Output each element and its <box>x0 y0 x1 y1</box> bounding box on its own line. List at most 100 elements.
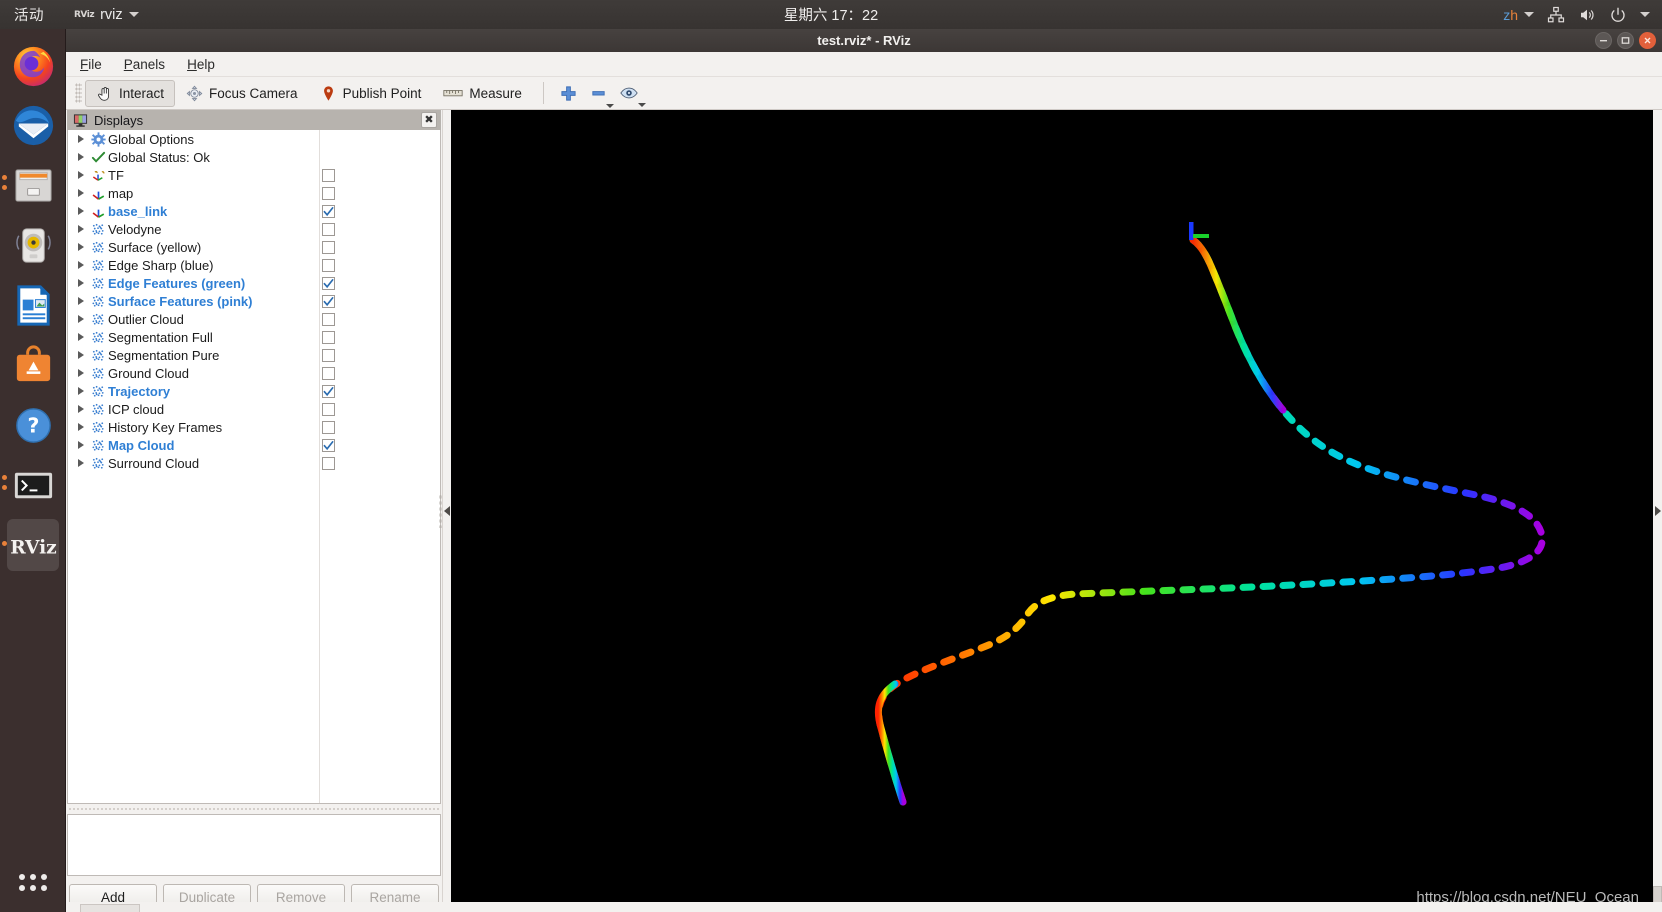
close-icon[interactable]: ✖ <box>421 112 437 128</box>
expand-arrow-icon[interactable] <box>74 189 88 197</box>
display-item-checkbox[interactable] <box>322 276 335 290</box>
display-item-checkbox[interactable] <box>322 366 335 380</box>
display-item-checkbox[interactable] <box>322 312 335 326</box>
display-item-global-status-ok[interactable]: Global Status: Ok <box>68 148 440 166</box>
menu-panels[interactable]: Panels <box>124 57 165 72</box>
display-item-outlier-cloud[interactable]: Outlier Cloud <box>68 310 440 328</box>
dock-item-rhythmbox[interactable] <box>0 215 66 275</box>
display-item-global-options[interactable]: Global Options <box>68 130 440 148</box>
close-icon[interactable] <box>1639 32 1656 49</box>
volume-icon[interactable] <box>1578 6 1596 24</box>
dock-item-terminal[interactable] <box>0 455 66 515</box>
dock-item-ubuntu-software[interactable] <box>0 335 66 395</box>
expand-arrow-icon[interactable] <box>74 459 88 467</box>
left-splitter[interactable] <box>438 110 451 912</box>
display-item-velodyne[interactable]: Velodyne <box>68 220 440 238</box>
display-item-map[interactable]: map <box>68 184 440 202</box>
chevron-down-icon[interactable] <box>1524 12 1534 17</box>
expand-arrow-icon[interactable] <box>74 333 88 341</box>
display-item-checkbox[interactable] <box>322 186 335 200</box>
view-selector-button[interactable] <box>614 80 646 107</box>
expand-arrow-icon[interactable] <box>74 441 88 449</box>
dock-item-help[interactable]: ? <box>0 395 66 455</box>
display-item-checkbox[interactable] <box>322 204 335 218</box>
show-applications-button[interactable] <box>0 860 66 904</box>
expand-arrow-icon[interactable] <box>74 225 88 233</box>
dock-item-files[interactable] <box>0 155 66 215</box>
status-tab[interactable] <box>80 904 140 912</box>
display-item-checkbox[interactable] <box>322 402 335 416</box>
network-icon[interactable] <box>1547 6 1565 24</box>
tool-interact-button[interactable]: Interact <box>85 79 176 107</box>
menu-file[interactable]: File <box>80 57 102 72</box>
display-item-surface-features-pink[interactable]: Surface Features (pink) <box>68 292 440 310</box>
display-properties-box[interactable] <box>67 814 441 876</box>
chevron-down-icon[interactable] <box>1640 12 1650 17</box>
display-item-checkbox[interactable] <box>322 420 335 434</box>
expand-arrow-icon[interactable] <box>74 243 88 251</box>
app-menu-button[interactable]: RViz rviz <box>74 7 139 23</box>
display-item-segmentation-full[interactable]: Segmentation Full <box>68 328 440 346</box>
display-item-history-key-frames[interactable]: History Key Frames <box>68 418 440 436</box>
display-item-trajectory[interactable]: Trajectory <box>68 382 440 400</box>
toolbar-grip[interactable] <box>75 83 82 103</box>
expand-arrow-icon[interactable] <box>74 351 88 359</box>
expand-arrow-icon[interactable] <box>74 369 88 377</box>
display-item-ground-cloud[interactable]: Ground Cloud <box>68 364 440 382</box>
display-item-icp-cloud[interactable]: ICP cloud <box>68 400 440 418</box>
display-item-checkbox[interactable] <box>322 294 335 308</box>
expand-arrow-icon[interactable] <box>74 279 88 287</box>
display-item-checkbox[interactable] <box>322 438 335 452</box>
tool-measure-button[interactable]: Measure <box>432 80 533 107</box>
expand-arrow-icon[interactable] <box>74 297 88 305</box>
minimize-icon[interactable] <box>1595 32 1612 49</box>
collapse-left-arrow-icon[interactable] <box>444 506 450 516</box>
expand-arrow-icon[interactable] <box>74 153 88 161</box>
expand-arrow-icon[interactable] <box>74 207 88 215</box>
display-item-segmentation-pure[interactable]: Segmentation Pure <box>68 346 440 364</box>
display-item-checkbox[interactable] <box>322 222 335 236</box>
chevron-down-icon[interactable] <box>605 103 614 108</box>
dock-item-rviz[interactable]: RViz <box>0 515 66 575</box>
display-item-edge-features-green[interactable]: Edge Features (green) <box>68 274 440 292</box>
expand-arrow-icon[interactable] <box>74 423 88 431</box>
display-item-base-link[interactable]: base_link <box>68 202 440 220</box>
display-item-tf[interactable]: TF <box>68 166 440 184</box>
expand-arrow-icon[interactable] <box>74 387 88 395</box>
display-item-checkbox[interactable] <box>322 348 335 362</box>
display-item-checkbox[interactable] <box>322 240 335 254</box>
right-splitter[interactable] <box>1653 110 1662 912</box>
display-item-checkbox[interactable] <box>322 456 335 470</box>
add-tool-button[interactable] <box>554 80 584 107</box>
display-item-surround-cloud[interactable]: Surround Cloud <box>68 454 440 472</box>
tool-publish-point-button[interactable]: Publish Point <box>309 80 433 107</box>
expand-arrow-icon[interactable] <box>74 135 88 143</box>
expand-arrow-icon[interactable] <box>74 315 88 323</box>
power-icon[interactable] <box>1609 6 1627 24</box>
tool-focus-camera-button[interactable]: Focus Camera <box>175 80 309 107</box>
maximize-icon[interactable] <box>1617 32 1634 49</box>
dock-item-firefox[interactable] <box>0 35 66 95</box>
language-indicator[interactable]: zh <box>1503 7 1518 23</box>
collapse-right-arrow-icon[interactable] <box>1654 506 1661 516</box>
display-item-edge-sharp-blue[interactable]: Edge Sharp (blue) <box>68 256 440 274</box>
render-view-3d[interactable]: https://blog.csdn.net/NEU_Ocean <box>451 110 1653 912</box>
dock-item-libreoffice-writer[interactable] <box>0 275 66 335</box>
expand-arrow-icon[interactable] <box>74 171 88 179</box>
activities-button[interactable]: 活动 <box>14 4 44 25</box>
display-item-checkbox[interactable] <box>322 330 335 344</box>
remove-tool-button[interactable] <box>584 80 614 108</box>
display-item-map-cloud[interactable]: Map Cloud <box>68 436 440 454</box>
chevron-down-icon[interactable] <box>637 102 646 107</box>
clock[interactable]: 星期六 17：22 <box>784 4 878 25</box>
display-item-checkbox[interactable] <box>322 168 335 182</box>
display-item-surface-yellow[interactable]: Surface (yellow) <box>68 238 440 256</box>
displays-tree[interactable]: Global Options Global Status: Ok TF map base… <box>67 130 441 804</box>
expand-arrow-icon[interactable] <box>74 261 88 269</box>
expand-arrow-icon[interactable] <box>74 405 88 413</box>
display-item-checkbox[interactable] <box>322 384 335 398</box>
display-item-checkbox[interactable] <box>322 258 335 272</box>
panel-splitter-handle[interactable] <box>67 804 441 814</box>
menu-help[interactable]: Help <box>187 57 215 72</box>
dock-item-thunderbird[interactable] <box>0 95 66 155</box>
